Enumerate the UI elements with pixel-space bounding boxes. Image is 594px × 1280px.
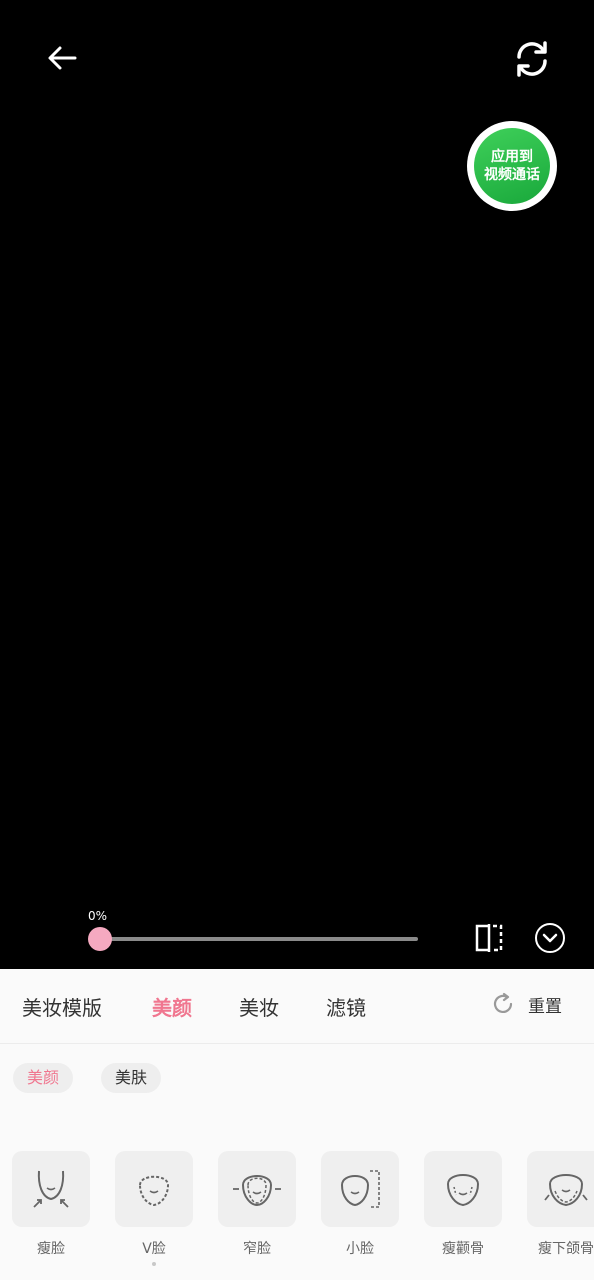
reset-label: 重置 bbox=[528, 996, 562, 1017]
intensity-slider-thumb[interactable] bbox=[88, 927, 112, 951]
narrow-face-icon bbox=[233, 1175, 281, 1207]
item-narrow-face[interactable]: 窄脸 bbox=[218, 1151, 296, 1258]
selected-indicator-dot bbox=[152, 1262, 156, 1266]
tab-beauty[interactable]: 美颜 bbox=[152, 992, 192, 1021]
item-cheekbone[interactable]: 瘦颧骨 bbox=[424, 1151, 502, 1258]
chevron-down-circle-icon bbox=[535, 923, 565, 953]
camera-switch-icon bbox=[517, 41, 547, 77]
item-v-face[interactable]: V脸 bbox=[115, 1151, 193, 1258]
category-tabs: 美妆模版 美颜 美妆 滤镜 重置 bbox=[0, 969, 594, 1044]
subtab-skin[interactable]: 美肤 bbox=[101, 1063, 162, 1093]
item-label: 窄脸 bbox=[243, 1241, 271, 1257]
item-small-face[interactable]: 小脸 bbox=[321, 1151, 399, 1258]
subtab-beauty[interactable]: 美颜 bbox=[13, 1063, 74, 1093]
camera-preview: 应用到 视频通话 0% bbox=[0, 0, 594, 969]
item-label: V脸 bbox=[142, 1241, 166, 1257]
reset-button[interactable]: 重置 bbox=[490, 991, 562, 1017]
compare-button[interactable] bbox=[470, 920, 508, 956]
beauty-items-list: 瘦脸 V脸 窄脸 小脸 瘦颧骨 瘦下颌骨 bbox=[0, 1151, 594, 1280]
intensity-slider-track[interactable] bbox=[100, 937, 418, 941]
beauty-panel: 美妆模版 美颜 美妆 滤镜 重置 美颜 美肤 瘦脸 V脸 窄脸 小脸 瘦颧骨 瘦… bbox=[0, 969, 594, 1280]
tab-filter[interactable]: 滤镜 bbox=[326, 992, 366, 1021]
slider-value-label: 0% bbox=[88, 909, 108, 923]
v-face-icon bbox=[139, 1175, 170, 1207]
apply-button-line2: 视频通话 bbox=[484, 167, 540, 183]
cheekbone-icon bbox=[447, 1174, 480, 1207]
jawbone-icon bbox=[544, 1174, 588, 1207]
apply-to-video-call-button[interactable]: 应用到 视频通话 bbox=[467, 121, 557, 211]
item-label: 小脸 bbox=[346, 1241, 374, 1257]
thin-face-icon bbox=[33, 1170, 69, 1208]
reset-icon bbox=[493, 992, 513, 1013]
tab-makeup-template[interactable]: 美妆模版 bbox=[22, 992, 102, 1021]
apply-button-line1: 应用到 bbox=[491, 149, 533, 165]
item-label: 瘦颧骨 bbox=[442, 1241, 484, 1257]
item-label: 瘦脸 bbox=[37, 1241, 65, 1257]
back-button[interactable] bbox=[38, 36, 86, 80]
arrow-left-icon bbox=[48, 46, 77, 70]
compare-icon bbox=[475, 924, 503, 952]
item-jawbone[interactable]: 瘦下颌骨 bbox=[527, 1151, 594, 1258]
small-face-icon bbox=[341, 1170, 380, 1208]
item-thin-face[interactable]: 瘦脸 bbox=[12, 1151, 90, 1258]
item-label: 瘦下颌骨 bbox=[538, 1241, 594, 1257]
collapse-panel-button[interactable] bbox=[532, 920, 568, 956]
tab-makeup[interactable]: 美妆 bbox=[239, 992, 279, 1021]
switch-camera-button[interactable] bbox=[506, 34, 558, 84]
